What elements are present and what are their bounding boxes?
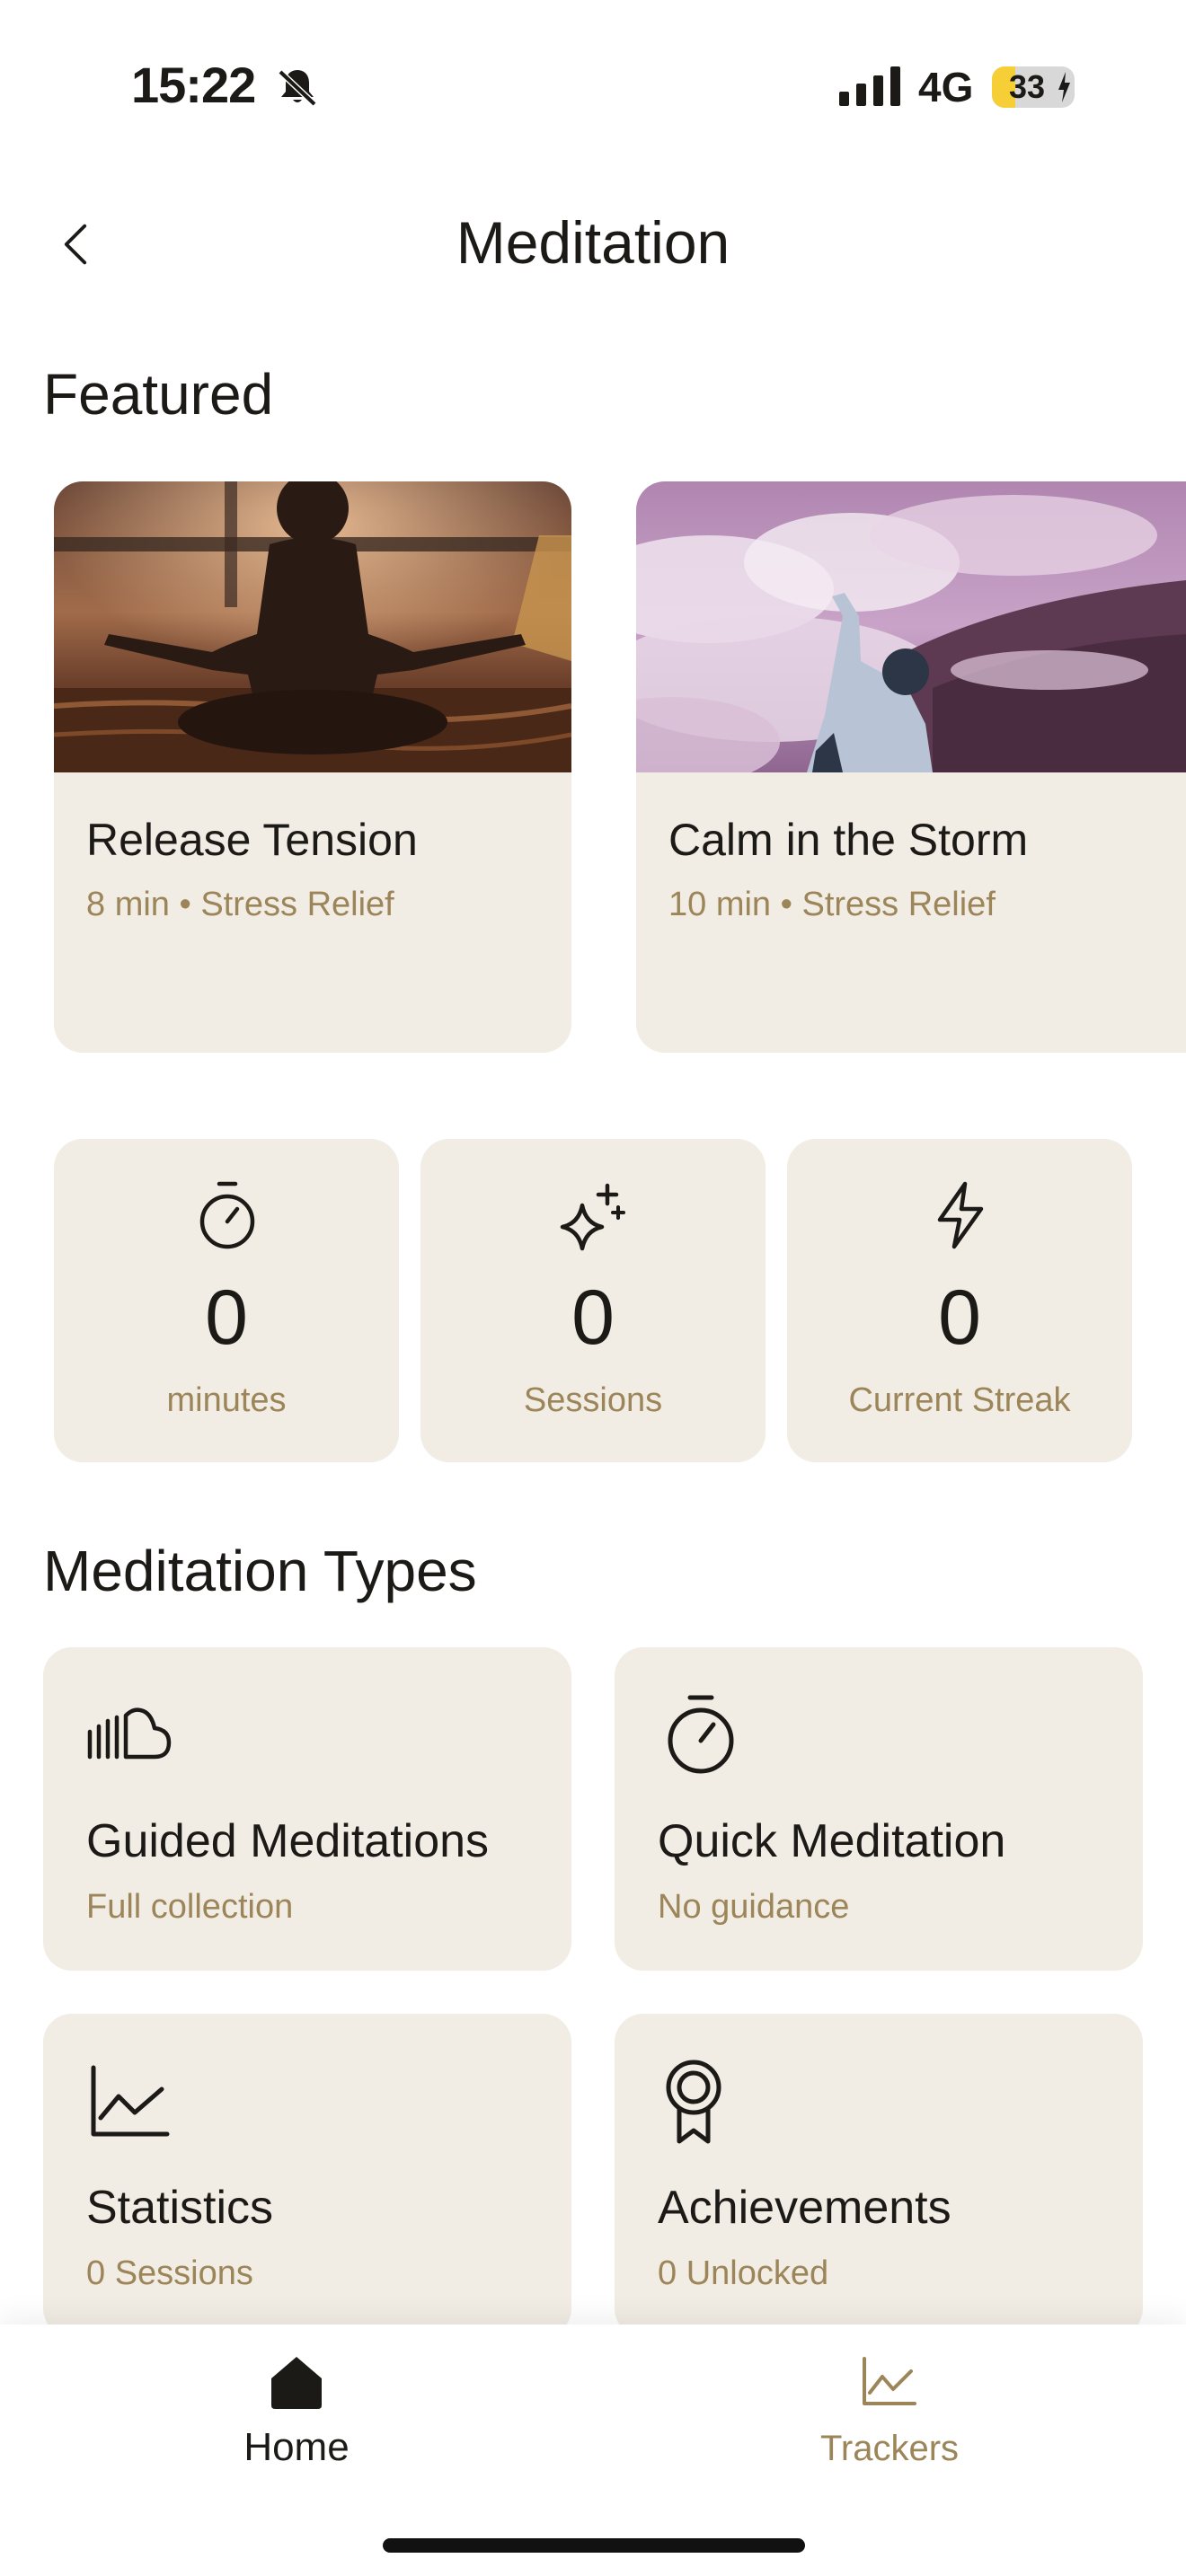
featured-card-release-tension[interactable]: Release Tension 8 min • Stress Relief: [54, 481, 571, 1053]
award-icon: [666, 2060, 721, 2144]
type-card-subtitle: 0 Sessions: [86, 2254, 253, 2292]
stat-value: 0: [938, 1275, 981, 1361]
line-chart-icon: [91, 2065, 170, 2137]
line-chart-icon: [863, 2357, 916, 2405]
stat-card-sessions: 0 Sessions: [420, 1139, 766, 1462]
type-card-subtitle: No guidance: [658, 1888, 850, 1926]
meditation-types-title: Meditation Types: [43, 1539, 477, 1603]
signal-icon: [839, 66, 900, 106]
stopwatch-icon: [668, 1695, 734, 1774]
stat-label: minutes: [166, 1381, 287, 1419]
page-title: Meditation: [456, 209, 730, 276]
type-card-subtitle: 0 Unlocked: [658, 2254, 829, 2292]
battery-percent: 33: [1008, 68, 1046, 105]
type-card-title: Quick Meditation: [658, 1815, 1006, 1867]
stat-value: 0: [571, 1275, 615, 1361]
tab-trackers[interactable]: Trackers: [746, 2351, 1033, 2486]
type-card-title: Achievements: [658, 2182, 951, 2234]
home-indicator[interactable]: [383, 2538, 805, 2553]
battery-indicator: 33: [992, 66, 1075, 108]
featured-image-meditation-silhouette: [54, 481, 571, 772]
status-bar: 15:22 4G 33: [0, 0, 1186, 171]
featured-card-title: Release Tension: [86, 815, 418, 865]
featured-card-meta: 10 min • Stress Relief: [668, 886, 996, 923]
stat-card-current-streak: 0 Current Streak: [787, 1139, 1132, 1462]
stat-label: Current Streak: [848, 1381, 1071, 1419]
tab-trackers-label: Trackers: [819, 2429, 960, 2468]
type-card-guided-meditations[interactable]: Guided Meditations Full collection: [43, 1647, 571, 1971]
bell-slash-icon: [278, 69, 317, 107]
type-card-subtitle: Full collection: [86, 1888, 294, 1926]
lightning-icon: [937, 1181, 984, 1249]
type-card-title: Statistics: [86, 2182, 274, 2234]
featured-card-meta: 8 min • Stress Relief: [86, 886, 394, 923]
charging-bolt-icon: [1058, 72, 1070, 102]
tab-home[interactable]: Home: [153, 2351, 440, 2486]
featured-image-clouds-person: [636, 481, 1186, 772]
featured-card-title: Calm in the Storm: [668, 815, 1029, 865]
sparkles-icon: [560, 1183, 625, 1251]
stopwatch-icon: [199, 1181, 255, 1249]
stat-label: Sessions: [523, 1381, 663, 1419]
featured-section-title: Featured: [43, 362, 274, 427]
network-label: 4G: [918, 64, 974, 110]
type-card-title: Guided Meditations: [86, 1815, 490, 1867]
status-time: 15:22: [131, 57, 256, 113]
soundcloud-icon: [87, 1707, 172, 1760]
type-card-statistics[interactable]: Statistics 0 Sessions: [43, 2014, 571, 2337]
stat-card-minutes: 0 minutes: [54, 1139, 399, 1462]
type-card-quick-meditation[interactable]: Quick Meditation No guidance: [615, 1647, 1143, 1971]
tab-home-label: Home: [243, 2425, 350, 2469]
featured-carousel[interactable]: Release Tension 8 min • Stress Relief Ca…: [0, 481, 1186, 1053]
type-card-achievements[interactable]: Achievements 0 Unlocked: [615, 2014, 1143, 2337]
home-icon: [271, 2357, 322, 2409]
stat-value: 0: [205, 1275, 248, 1361]
featured-card-calm-in-the-storm[interactable]: Calm in the Storm 10 min • Stress Relief: [636, 481, 1186, 1053]
